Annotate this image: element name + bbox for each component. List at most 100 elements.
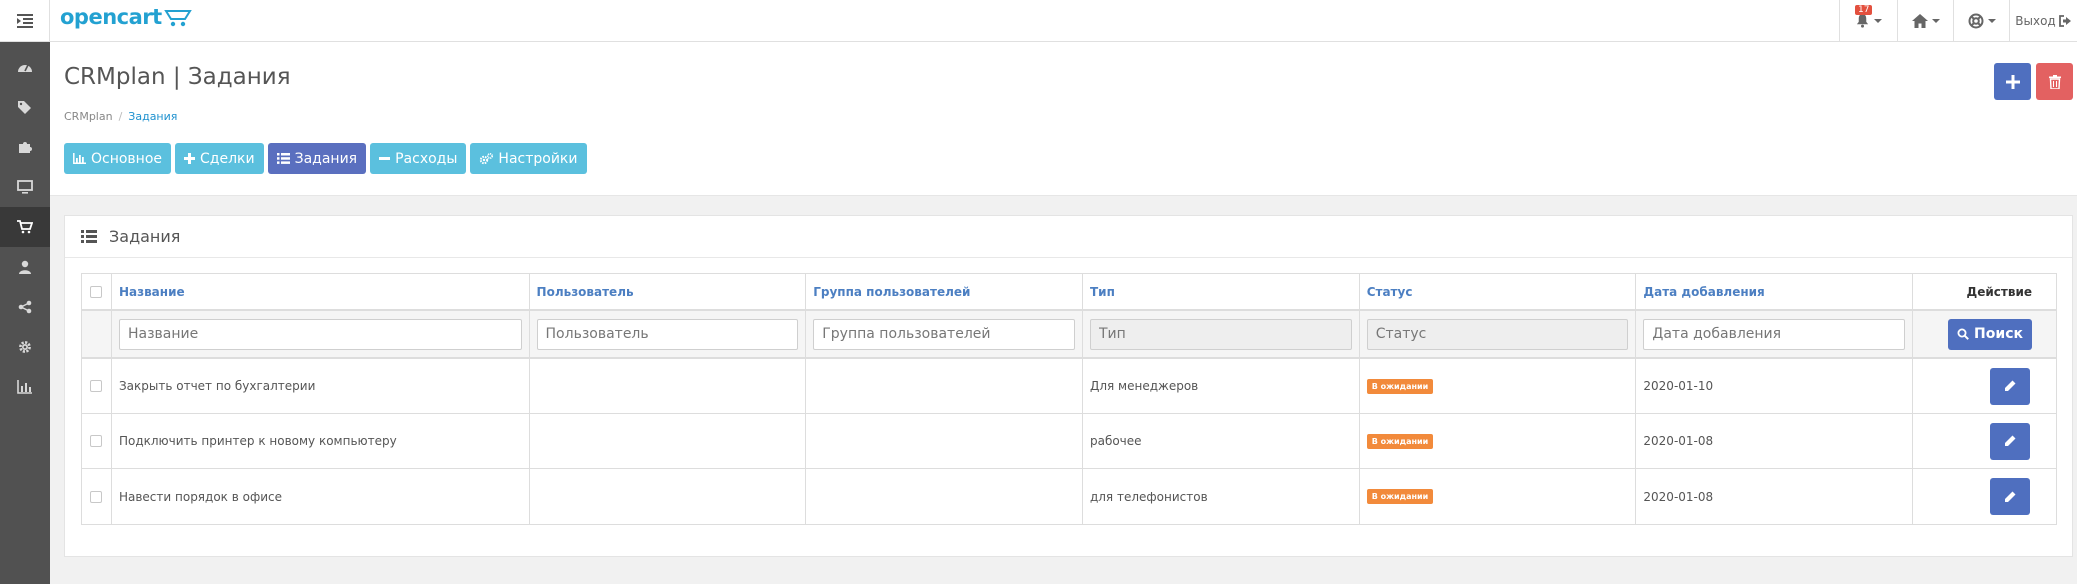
cell-name: Навести порядок в офисе: [112, 469, 530, 524]
puzzle-piece-icon: [19, 142, 32, 153]
row-checkbox[interactable]: [90, 380, 103, 392]
home-menu-button[interactable]: [1897, 0, 1953, 41]
chevron-down-icon: [1874, 18, 1882, 23]
filter-name-input[interactable]: [118, 318, 522, 350]
cogs-icon: [480, 152, 494, 164]
row-select-cell: [82, 469, 112, 524]
breadcrumb-item-tasks[interactable]: Задания: [128, 110, 177, 123]
sidebar: [0, 42, 50, 584]
cell-type: Для менеджеров: [1083, 359, 1360, 413]
breadcrumb-item-crmplan[interactable]: CRMplan: [64, 110, 113, 123]
filter-empty-cell: [82, 311, 112, 357]
sidebar-item-marketing[interactable]: [0, 287, 50, 327]
pencil-icon: [2005, 491, 2016, 502]
column-header-status[interactable]: Статус: [1360, 274, 1637, 309]
panel-heading: Задания: [65, 216, 2072, 258]
cell-user: [530, 414, 807, 468]
cell-status: В ожидании: [1360, 414, 1637, 468]
logout-link[interactable]: Выход: [2009, 0, 2077, 41]
tab-label: Основное: [91, 150, 163, 167]
sidebar-item-sales[interactable]: [0, 207, 50, 247]
column-header-name[interactable]: Название: [112, 274, 530, 309]
tab-label: Настройки: [498, 150, 578, 167]
user-icon: [19, 260, 31, 274]
tab-label: Задания: [294, 150, 358, 167]
table-row: Подключить принтер к новому компьютеру р…: [82, 414, 2056, 469]
filter-date-input[interactable]: [1643, 318, 1906, 350]
chevron-down-icon: [1987, 18, 1996, 23]
tab-expenses[interactable]: Расходы: [370, 143, 467, 174]
edit-button[interactable]: [1990, 478, 2030, 515]
sidebar-item-dashboard[interactable]: [0, 47, 50, 87]
notifications-button[interactable]: 17: [1839, 0, 1897, 41]
filter-user-group-input[interactable]: [813, 318, 1075, 350]
search-button[interactable]: Поиск: [1948, 318, 2032, 350]
filter-user-input[interactable]: [536, 318, 799, 350]
breadcrumb: CRMplan / Задания: [64, 110, 177, 123]
tab-deals[interactable]: Сделки: [175, 143, 264, 174]
filter-status-input[interactable]: [1366, 318, 1629, 350]
cell-type: рабочее: [1083, 414, 1360, 468]
cell-type: для телефонистов: [1083, 469, 1360, 524]
notification-count-badge: 17: [1855, 5, 1873, 15]
column-header-user[interactable]: Пользователь: [530, 274, 807, 309]
sidebar-item-design[interactable]: [0, 167, 50, 207]
logout-label: Выход: [2015, 13, 2056, 28]
cell-user: [530, 469, 807, 524]
tasks-panel: Задания Название Пользователь Группа пол…: [64, 215, 2073, 557]
edit-button[interactable]: [1990, 367, 2030, 405]
table-row: Навести порядок в офисе для телефонистов…: [82, 469, 2056, 524]
search-icon: [1957, 328, 1969, 340]
table-row: Закрыть отчет по бухгалтерии Для менедже…: [82, 359, 2056, 414]
filter-cell-name: [112, 311, 530, 357]
header-select-cell: [82, 274, 112, 309]
cell-user-group: [806, 359, 1083, 413]
opencart-logo[interactable]: opencart: [60, 6, 194, 36]
cell-user-group: [806, 469, 1083, 524]
row-checkbox[interactable]: [90, 490, 103, 503]
cell-name: Закрыть отчет по бухгалтерии: [112, 359, 530, 413]
sidebar-item-extensions[interactable]: [0, 127, 50, 167]
life-ring-icon: [1968, 13, 1983, 28]
minus-icon: [379, 157, 391, 160]
logo-text: opencart: [60, 5, 162, 29]
table-header-row: Название Пользователь Группа пользовател…: [82, 274, 2056, 311]
plus-icon: [2005, 74, 2020, 89]
cell-action: [1913, 414, 2056, 468]
bell-icon: [1856, 13, 1869, 28]
filter-cell-action: Поиск: [1913, 311, 2056, 357]
sidebar-item-reports[interactable]: [0, 367, 50, 407]
breadcrumb-separator: /: [118, 110, 123, 123]
tab-overview[interactable]: Основное: [64, 143, 172, 174]
column-header-user-group[interactable]: Группа пользователей: [806, 274, 1083, 309]
table-filter-row: Поиск: [82, 311, 2056, 359]
search-button-label: Поиск: [1974, 326, 2023, 342]
sign-out-icon: [2058, 14, 2071, 27]
filter-cell-date: [1636, 311, 1914, 357]
help-menu-button[interactable]: [1953, 0, 2009, 41]
sidebar-item-customers[interactable]: [0, 247, 50, 287]
module-tabs: Основное Сделки Задания Расходы Настройк…: [64, 143, 587, 174]
desktop-icon: [17, 180, 33, 194]
edit-button[interactable]: [1990, 422, 2030, 460]
column-header-date-added[interactable]: Дата добавления: [1636, 274, 1914, 309]
filter-cell-type: [1083, 311, 1360, 357]
status-badge: В ожидании: [1366, 433, 1434, 449]
home-icon: [1911, 13, 1928, 28]
tab-settings[interactable]: Настройки: [470, 143, 587, 174]
filter-cell-group: [806, 311, 1083, 357]
sidebar-item-catalog[interactable]: [0, 87, 50, 127]
cell-user-group: [806, 414, 1083, 468]
tab-tasks[interactable]: Задания: [267, 143, 367, 174]
delete-button[interactable]: [2036, 63, 2073, 100]
cell-name: Подключить принтер к новому компьютеру: [112, 414, 530, 468]
status-badge: В ожидании: [1366, 378, 1434, 394]
column-header-type[interactable]: Тип: [1083, 274, 1360, 309]
sidebar-item-system[interactable]: [0, 327, 50, 367]
select-all-checkbox[interactable]: [90, 285, 103, 298]
menu-toggle-button[interactable]: [0, 0, 50, 41]
filter-type-input[interactable]: [1089, 318, 1352, 350]
header-nav: 17 Выход: [1839, 0, 2077, 41]
add-button[interactable]: [1994, 63, 2031, 100]
row-checkbox[interactable]: [90, 435, 103, 447]
